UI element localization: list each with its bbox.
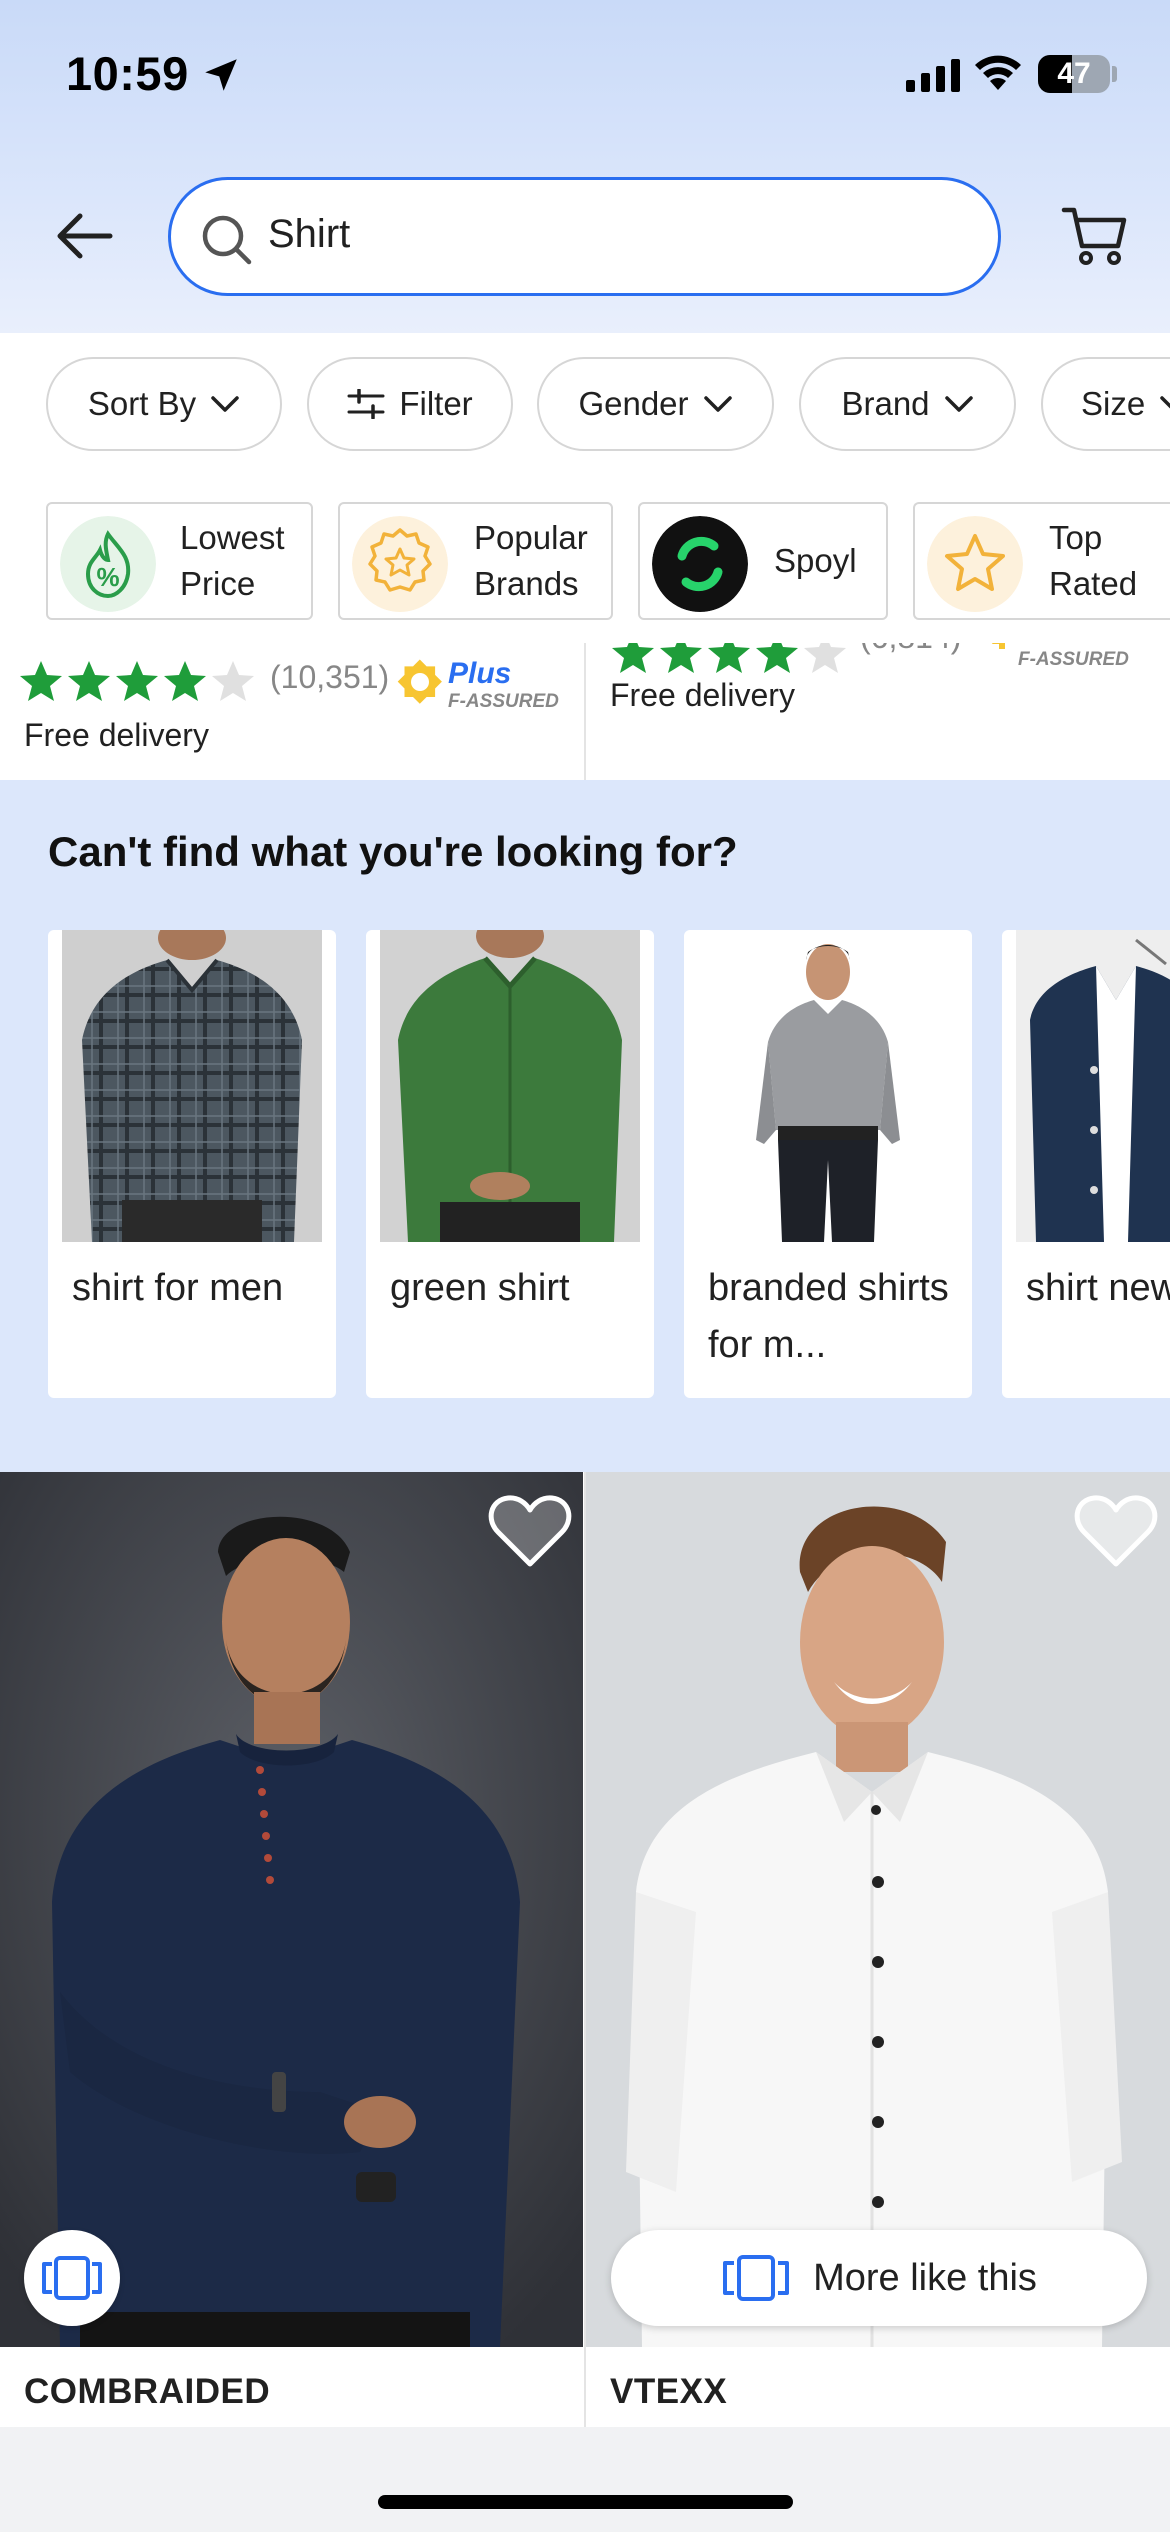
home-indicator[interactable]	[378, 2495, 793, 2509]
rating-stars	[18, 659, 256, 703]
home-indicator-area	[0, 2427, 1170, 2532]
search-query-text: Shirt	[268, 212, 351, 256]
suggestion-image	[1016, 930, 1170, 1242]
star-filled-icon	[612, 643, 654, 673]
filter-chip[interactable]: Filter	[307, 357, 513, 451]
suggestion-card-shirt-for-men[interactable]: shirt for men	[48, 930, 336, 1398]
chip-label: Sort By	[87, 385, 197, 422]
more-like-this-button[interactable]: More like this	[611, 2230, 1147, 2326]
column-divider	[584, 643, 586, 780]
product-brand: VTEXX	[610, 2372, 728, 2411]
chevron-down-icon	[703, 396, 732, 412]
star-filled-icon	[660, 643, 702, 673]
suggestion-label: shirt new	[1026, 1267, 1170, 1309]
product-image-vtexx[interactable]	[586, 1472, 1170, 2347]
brand-chip[interactable]: Brand	[799, 357, 1016, 451]
suggestion-section: Can't find what you're looking for? shir…	[0, 780, 1170, 1472]
star-empty-icon	[804, 643, 846, 673]
free-delivery-text: Free delivery	[610, 677, 795, 713]
chevron-down-icon	[211, 396, 239, 412]
partial-product-row: (10,351) Plus F-ASSURED Free delivery (6…	[0, 643, 1170, 780]
svg-text:%: %	[96, 562, 119, 592]
star-filled-icon	[164, 661, 206, 701]
size-chip[interactable]: Size	[1041, 357, 1170, 451]
cart-icon[interactable]	[1060, 200, 1130, 270]
suggestion-image	[698, 930, 958, 1242]
suggestion-label: branded shirts for m...	[708, 1267, 949, 1366]
star-empty-icon	[212, 661, 254, 701]
cards-stack-icon	[42, 2256, 102, 2300]
chip-label: Filter	[399, 385, 473, 422]
battery-cap	[1112, 66, 1117, 82]
chevron-down-icon	[1160, 396, 1170, 409]
flame-percent-icon: %	[60, 516, 156, 612]
product-brand: COMBRAIDED	[24, 2372, 271, 2411]
quick-filter-label: Top Rated	[1049, 519, 1138, 602]
suggestion-image	[62, 930, 322, 1242]
svg-text:F-ASSURED: F-ASSURED	[448, 691, 559, 712]
star-icon	[927, 516, 1023, 612]
chip-label: Gender	[578, 385, 689, 422]
star-filled-icon	[116, 661, 158, 701]
svg-text:Plus: Plus	[448, 657, 511, 690]
sort-by-chip[interactable]: Sort By	[46, 357, 282, 451]
back-arrow-icon[interactable]	[50, 206, 120, 266]
quick-filter-label: Spoyl	[774, 542, 857, 579]
quick-filter-top-rated[interactable]: Top Rated	[913, 502, 1170, 620]
plus-fassured-badge: Plus F-ASSURED	[397, 657, 559, 712]
filter-chip-bar: Sort By Filter Gender Brand Size	[0, 333, 1170, 460]
star-filled-icon	[68, 661, 110, 701]
quick-filter-row: % Lowest Price Popular Brands Spoyl Top …	[0, 460, 1170, 643]
product-image-combraided[interactable]	[0, 1472, 583, 2347]
chip-label: Brand	[841, 385, 930, 422]
status-time: 10:59	[66, 47, 189, 100]
free-delivery-text: Free delivery	[24, 717, 209, 753]
battery-icon: 47	[1038, 55, 1110, 93]
rating-stars	[610, 643, 848, 675]
award-badge-icon	[352, 516, 448, 612]
quick-filter-label: Popular Brands	[474, 519, 588, 602]
svg-text:F-ASSURED: F-ASSURED	[1018, 649, 1129, 670]
wifi-icon	[975, 55, 1021, 90]
quick-filter-spoyl[interactable]: Spoyl	[638, 502, 888, 620]
spoyl-logo-icon	[652, 516, 748, 612]
wishlist-heart-icon[interactable]	[1074, 1492, 1158, 1568]
quick-filter-label: Lowest Price	[180, 519, 285, 602]
wishlist-heart-icon[interactable]	[488, 1492, 572, 1568]
suggestion-title: Can't find what you're looking for?	[48, 828, 738, 875]
product-grid: COMBRAIDED More like this VTEXX	[0, 1472, 1170, 2427]
more-like-this-label: More like this	[813, 2256, 1037, 2299]
sliders-icon	[347, 389, 385, 419]
star-filled-icon	[708, 643, 750, 673]
suggestion-card-green-shirt[interactable]: green shirt	[366, 930, 654, 1398]
gender-chip[interactable]: Gender	[537, 357, 774, 451]
quick-filter-popular-brands[interactable]: Popular Brands	[338, 502, 613, 620]
suggestion-label: shirt for men	[72, 1267, 284, 1309]
search-icon	[202, 215, 252, 265]
quick-filter-lowest-price[interactable]: % Lowest Price	[46, 502, 313, 620]
star-filled-icon	[756, 643, 798, 673]
cards-stack-icon	[723, 2255, 790, 2301]
chip-label: Size	[1081, 385, 1146, 422]
star-filled-icon	[20, 661, 62, 701]
suggestion-card-branded-shirts[interactable]: branded shirts for m...	[684, 930, 972, 1398]
search-input[interactable]: Shirt	[168, 177, 1001, 296]
location-arrow-icon	[205, 59, 237, 91]
rating-count: (10,351)	[270, 659, 390, 695]
rating-count: (6,814)	[860, 643, 961, 656]
suggestion-image	[380, 930, 640, 1242]
chevron-down-icon	[944, 396, 973, 412]
suggestion-label: green shirt	[390, 1267, 570, 1309]
suggestion-card-shirt-new[interactable]: shirt new	[1002, 930, 1170, 1398]
cellular-signal-icon	[906, 59, 960, 92]
fassured-badge: F-ASSURED	[991, 643, 1129, 670]
battery-percentage: 47	[1057, 57, 1091, 90]
similar-products-button[interactable]	[24, 2230, 120, 2326]
